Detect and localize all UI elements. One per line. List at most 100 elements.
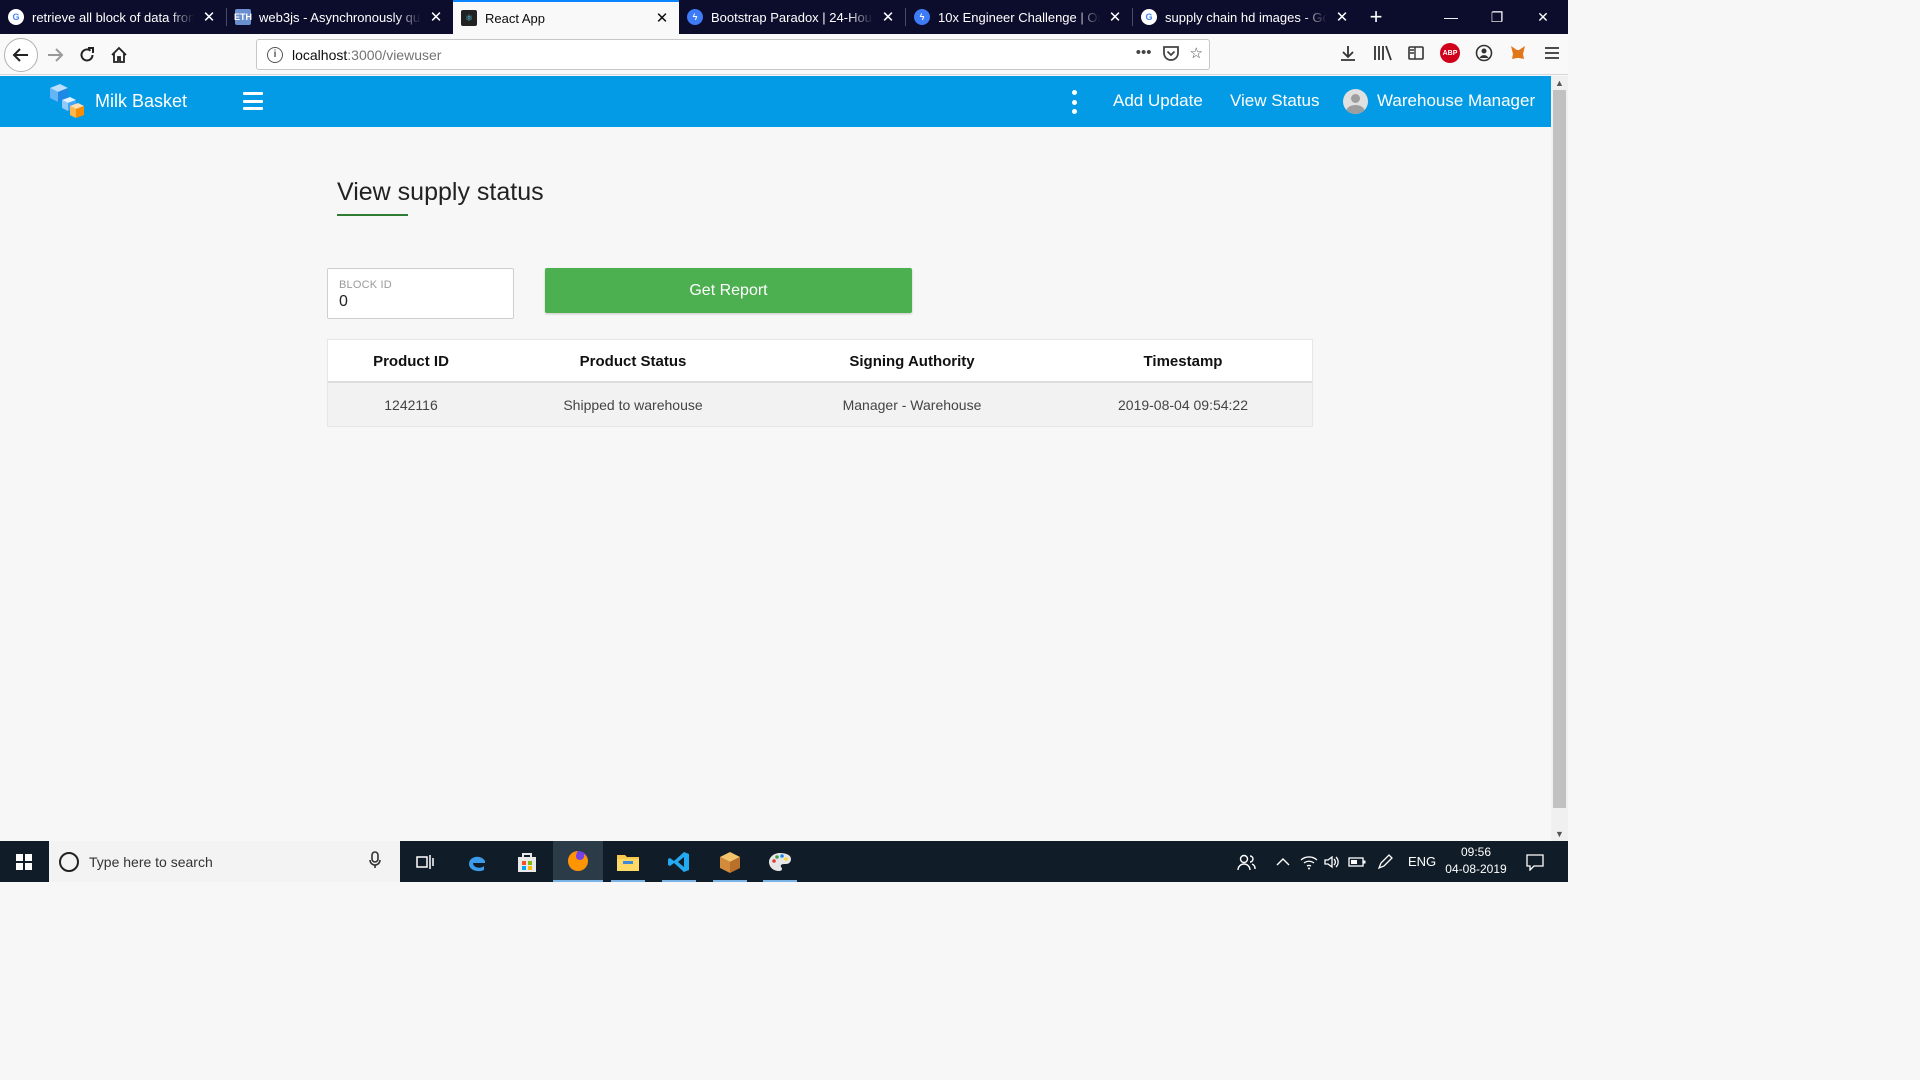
nav-add-update[interactable]: Add Update <box>1113 91 1203 111</box>
reload-button[interactable] <box>72 40 102 70</box>
page-scrollbar[interactable]: ▲ ▼ <box>1551 76 1568 841</box>
pocket-icon[interactable] <box>1162 44 1180 66</box>
scroll-up-arrow-icon[interactable]: ▲ <box>1551 76 1568 90</box>
column-header-product-id: Product ID <box>373 353 449 370</box>
info-icon[interactable]: i <box>267 46 283 63</box>
notification-center-icon[interactable] <box>1525 841 1545 882</box>
title-underline <box>337 214 408 216</box>
column-header-timestamp: Timestamp <box>1143 353 1223 370</box>
cortana-icon <box>59 851 79 872</box>
library-icon[interactable] <box>1372 42 1392 64</box>
browser-tab[interactable]: ϟ 10x Engineer Challenge | Onlin ✕ <box>906 0 1132 34</box>
browser-toolbar: i localhost:3000/viewuser ••• ☆ ABP <box>0 34 1568 75</box>
table-header-row: Product ID Product Status Signing Author… <box>328 340 1312 383</box>
battery-icon[interactable] <box>1348 841 1366 882</box>
block-id-input[interactable] <box>339 293 499 311</box>
wifi-icon[interactable] <box>1300 841 1318 882</box>
address-bar[interactable]: i localhost:3000/viewuser ••• ☆ <box>256 39 1210 70</box>
windows-taskbar: Type here to search ENG 09:56 04-08-2019 <box>0 841 1568 882</box>
vscode-icon[interactable] <box>654 841 704 882</box>
back-arrow-icon <box>12 48 28 62</box>
close-icon[interactable]: ✕ <box>1106 8 1124 26</box>
metamask-fox-icon[interactable] <box>1508 42 1528 64</box>
taskbar-search[interactable]: Type here to search <box>49 841 400 882</box>
package-box-icon[interactable] <box>705 841 755 882</box>
bolt-icon: ϟ <box>687 9 703 25</box>
browser-extensions: ABP <box>1338 42 1562 64</box>
browser-tab-active[interactable]: ⚛ React App ✕ <box>453 0 679 34</box>
app-header: Milk Basket Add Update View Status Wareh… <box>0 76 1551 127</box>
close-icon[interactable]: ✕ <box>653 9 671 27</box>
account-icon[interactable] <box>1474 42 1494 64</box>
firefox-icon[interactable] <box>553 841 603 882</box>
user-avatar-icon[interactable] <box>1343 89 1368 114</box>
close-icon[interactable]: ✕ <box>200 8 218 26</box>
window-close-button[interactable]: ✕ <box>1520 0 1566 34</box>
people-icon[interactable] <box>1236 841 1256 882</box>
url-host: localhost <box>292 46 348 63</box>
close-icon[interactable]: ✕ <box>1333 8 1351 26</box>
input-language[interactable]: ENG <box>1408 841 1436 882</box>
pen-workspace-icon[interactable] <box>1376 841 1394 882</box>
browser-tab[interactable]: G retrieve all block of data from ✕ <box>0 0 226 34</box>
chevron-up-icon[interactable] <box>1276 841 1290 882</box>
tab-title: Bootstrap Paradox | 24-Hour H <box>711 9 873 25</box>
task-view-icon[interactable] <box>400 841 450 882</box>
minimize-button[interactable]: — <box>1428 0 1474 34</box>
file-explorer-icon[interactable] <box>603 841 653 882</box>
nav-view-status[interactable]: View Status <box>1230 91 1319 111</box>
clock-date: 04-08-2019 <box>1445 862 1507 876</box>
hamburger-menu-icon[interactable] <box>243 92 263 110</box>
volume-icon[interactable] <box>1323 841 1341 882</box>
store-icon[interactable] <box>502 841 552 882</box>
reload-icon <box>80 47 94 62</box>
browser-tab[interactable]: ϟ Bootstrap Paradox | 24-Hour H ✕ <box>679 0 905 34</box>
restore-button[interactable]: ❐ <box>1474 0 1520 34</box>
new-tab-button[interactable]: + <box>1359 0 1393 34</box>
close-icon[interactable]: ✕ <box>879 8 897 26</box>
column-header-product-status: Product Status <box>579 353 687 370</box>
tab-title: supply chain hd images - Goo <box>1165 9 1327 25</box>
search-placeholder: Type here to search <box>89 853 213 870</box>
forward-button[interactable] <box>40 40 70 70</box>
browser-tab[interactable]: G supply chain hd images - Goo ✕ <box>1133 0 1359 34</box>
cube-logo-icon[interactable] <box>46 82 86 120</box>
user-role-menu[interactable]: Warehouse Manager <box>1377 91 1535 111</box>
column-header-signing-authority: Signing Authority <box>849 353 975 370</box>
home-icon <box>111 46 127 63</box>
eth-icon: ETH <box>234 9 252 25</box>
url-path: :3000/viewuser <box>347 46 442 63</box>
browser-tab[interactable]: ETH web3js - Asynchronously query ✕ <box>227 0 453 34</box>
cell-product-status: Shipped to warehouse <box>563 396 703 413</box>
kebab-menu-icon[interactable] <box>1069 90 1079 114</box>
sidebar-icon[interactable] <box>1406 42 1426 64</box>
adblock-icon[interactable]: ABP <box>1440 43 1460 63</box>
cell-signing-authority: Manager - Warehouse <box>842 396 982 413</box>
bolt-icon: ϟ <box>914 9 930 25</box>
windows-logo-icon <box>16 853 32 870</box>
close-icon[interactable]: ✕ <box>427 8 445 26</box>
back-button[interactable] <box>4 38 38 72</box>
page-title: View supply status <box>337 178 544 206</box>
cell-timestamp: 2019-08-04 09:54:22 <box>1118 396 1248 413</box>
scroll-thumb[interactable] <box>1553 90 1566 808</box>
menu-icon[interactable] <box>1542 42 1562 64</box>
block-id-field[interactable]: BLOCK ID <box>327 268 514 319</box>
system-clock[interactable]: 09:56 04-08-2019 <box>1440 844 1512 878</box>
tab-title: 10x Engineer Challenge | Onlin <box>938 9 1100 25</box>
home-button[interactable] <box>104 40 134 70</box>
edge-browser-icon[interactable] <box>452 841 502 882</box>
bookmark-star-icon[interactable]: ☆ <box>1190 44 1203 66</box>
paint-palette-icon[interactable] <box>755 841 805 882</box>
microphone-icon[interactable] <box>368 851 388 872</box>
brand-name[interactable]: Milk Basket <box>95 91 187 112</box>
start-button[interactable] <box>0 841 48 882</box>
scroll-down-arrow-icon[interactable]: ▼ <box>1551 827 1568 841</box>
url-actions: ••• ☆ <box>1136 44 1203 66</box>
clock-time: 09:56 <box>1460 845 1492 859</box>
supply-status-table: Product ID Product Status Signing Author… <box>327 339 1313 427</box>
more-actions-icon[interactable]: ••• <box>1136 44 1152 66</box>
google-icon: G <box>8 9 24 25</box>
get-report-button[interactable]: Get Report <box>545 268 912 313</box>
download-icon[interactable] <box>1338 42 1358 64</box>
